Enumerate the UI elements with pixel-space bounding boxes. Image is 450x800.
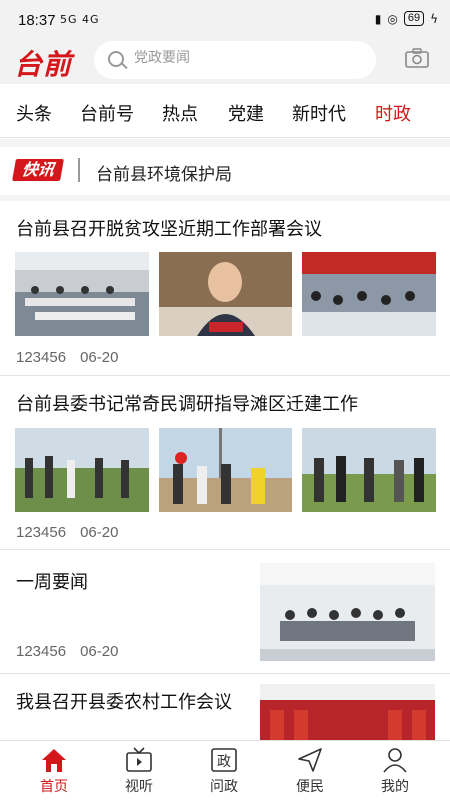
- tv-icon: [126, 747, 152, 772]
- politics-icon: 政: [211, 748, 237, 772]
- article-meta: 123456 06-20: [16, 643, 118, 660]
- nav-home[interactable]: 首页: [24, 747, 84, 796]
- article-thumbnail: [302, 252, 436, 336]
- tab-party-building[interactable]: 党建: [228, 100, 264, 126]
- section-divider: [0, 139, 450, 147]
- app-header: 台前: [0, 38, 450, 84]
- article-thumbnail: [260, 563, 435, 661]
- camera-icon[interactable]: [405, 48, 429, 68]
- tab-current-affairs[interactable]: 时政: [375, 100, 411, 126]
- tab-headlines[interactable]: 头条: [16, 100, 52, 126]
- send-icon: [298, 748, 322, 772]
- status-bar: 18:37 5G 4G ▮ ◎ 69 ϟ: [0, 0, 450, 38]
- article-thumbnail: [159, 252, 292, 336]
- nav-profile[interactable]: 我的: [365, 747, 425, 796]
- vibrate-icon: ▮: [374, 11, 382, 26]
- article-thumbnail: [15, 252, 149, 336]
- article-thumbnail: [302, 428, 436, 512]
- article-item[interactable]: 我县召开县委农村工作会议: [0, 674, 450, 740]
- article-title: 我县召开县委农村工作会议: [16, 692, 232, 713]
- view-count: 123456: [16, 643, 67, 660]
- channel-tabs: 头条 台前号 热点 党建 新时代 时政: [0, 84, 450, 138]
- nav-label: 问政: [210, 779, 238, 795]
- search-bar[interactable]: [94, 41, 376, 79]
- search-icon: [108, 51, 124, 67]
- article-thumbnail: [15, 428, 149, 512]
- tab-taiqian-account[interactable]: 台前号: [80, 100, 134, 126]
- flash-news[interactable]: 快讯 台前县环境保护局: [0, 147, 450, 195]
- article-thumbnail: [260, 684, 435, 740]
- view-count: 123456: [16, 349, 67, 366]
- nav-politics-qa[interactable]: 政 问政: [194, 747, 254, 796]
- app-logo: 台前: [14, 48, 73, 81]
- article-title: 台前县委书记常奇民调研指导滩区迁建工作: [16, 394, 358, 415]
- tab-hot[interactable]: 热点: [162, 100, 198, 126]
- nav-label: 便民: [296, 779, 324, 795]
- article-title: 台前县召开脱贫攻坚近期工作部署会议: [16, 219, 322, 240]
- flash-separator: [78, 158, 80, 182]
- nav-label: 视听: [125, 779, 153, 795]
- tab-new-era[interactable]: 新时代: [292, 100, 346, 126]
- publish-date: 06-20: [80, 524, 119, 541]
- publish-date: 06-20: [80, 643, 119, 660]
- nav-label: 我的: [381, 779, 409, 795]
- bottom-nav: 首页 视听 政 问政 便民 我的: [0, 740, 450, 800]
- article-meta: 123456 06-20: [16, 524, 118, 541]
- status-time: 18:37: [18, 12, 56, 29]
- charging-icon: ϟ: [430, 11, 438, 26]
- battery-icon: 69: [403, 11, 425, 26]
- user-icon: [383, 748, 407, 773]
- article-item[interactable]: 台前县召开脱贫攻坚近期工作部署会议 123456 06-20: [0, 201, 450, 376]
- signal-indicator: 5G 4G: [60, 13, 100, 26]
- nav-label: 首页: [40, 779, 68, 795]
- home-icon: [42, 749, 66, 772]
- alarm-icon: ◎: [387, 11, 398, 26]
- nav-services[interactable]: 便民: [280, 747, 340, 796]
- flash-badge: 快讯: [12, 159, 64, 181]
- svg-text:政: 政: [217, 754, 231, 770]
- view-count: 123456: [16, 524, 67, 541]
- search-input[interactable]: [134, 50, 354, 66]
- article-item[interactable]: 台前县委书记常奇民调研指导滩区迁建工作 123456 06-20: [0, 376, 450, 550]
- article-thumbnail: [159, 428, 292, 512]
- article-meta: 123456 06-20: [16, 349, 118, 366]
- article-item[interactable]: 一周要闻 123456 06-20: [0, 550, 450, 674]
- publish-date: 06-20: [80, 349, 119, 366]
- article-title: 一周要闻: [16, 572, 88, 593]
- status-right: ▮ ◎ 69 ϟ: [375, 11, 438, 26]
- flash-text: 台前县环境保护局: [96, 165, 232, 185]
- nav-audiovisual[interactable]: 视听: [109, 747, 169, 796]
